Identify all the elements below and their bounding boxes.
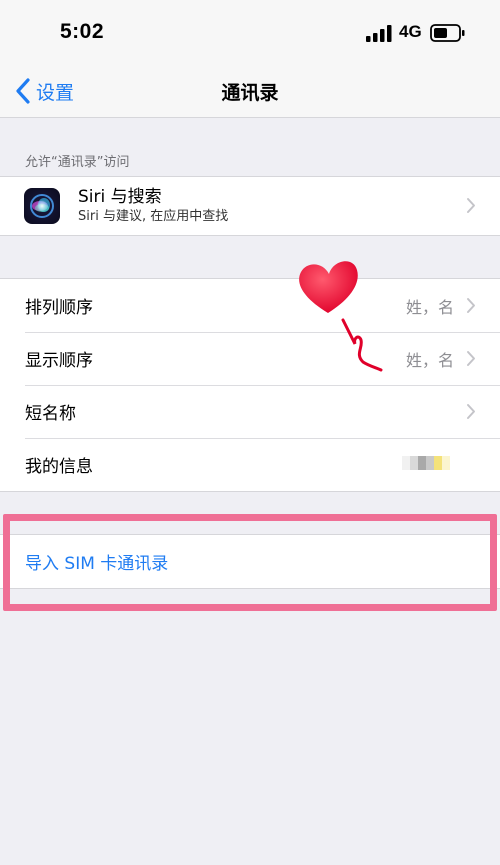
display-order-label: 显示顺序 bbox=[25, 351, 93, 371]
chevron-right-icon bbox=[467, 404, 475, 419]
import-sim-contacts-label: 导入 SIM 卡通讯录 bbox=[25, 554, 169, 574]
import-sim-group: 导入 SIM 卡通讯录 bbox=[0, 534, 500, 589]
status-bar: 5:02 4G bbox=[0, 0, 500, 66]
siri-text: Siri 与搜索 Siri 与建议, 在应用中查找 bbox=[78, 186, 228, 226]
chevron-right-icon bbox=[467, 298, 475, 313]
sort-order-row[interactable]: 排列顺序 姓，名 bbox=[0, 279, 500, 332]
page-title: 通讯录 bbox=[221, 82, 279, 104]
display-order-row[interactable]: 显示顺序 姓，名 bbox=[0, 332, 500, 385]
siri-search-row[interactable]: Siri 与搜索 Siri 与建议, 在应用中查找 bbox=[0, 177, 500, 235]
chevron-right-icon bbox=[467, 198, 475, 213]
siri-subtitle: Siri 与建议, 在应用中查找 bbox=[78, 209, 229, 224]
siri-icon bbox=[24, 188, 60, 224]
sort-order-value: 姓，名 bbox=[405, 297, 454, 317]
siri-group: Siri 与搜索 Siri 与建议, 在应用中查找 bbox=[0, 176, 500, 236]
siri-title: Siri 与搜索 bbox=[78, 187, 162, 207]
network-type-label: 4G bbox=[399, 22, 422, 41]
display-order-value: 姓，名 bbox=[405, 350, 454, 370]
import-sim-contacts-button[interactable]: 导入 SIM 卡通讯录 bbox=[0, 535, 500, 588]
short-name-row[interactable]: 短名称 bbox=[0, 385, 500, 438]
short-name-label: 短名称 bbox=[25, 404, 76, 424]
my-info-label: 我的信息 bbox=[25, 457, 93, 477]
heart-sticker bbox=[299, 261, 383, 372]
contacts-settings-group: 排列顺序 姓，名 显示顺序 姓，名 短名称 我的信息 bbox=[0, 278, 500, 492]
sort-order-label: 排列顺序 bbox=[25, 298, 93, 318]
my-info-row[interactable]: 我的信息 bbox=[0, 438, 500, 491]
status-time: 5:02 bbox=[60, 20, 105, 43]
my-info-value-blurred bbox=[402, 456, 450, 470]
chevron-right-icon bbox=[467, 351, 475, 366]
navigation-bar: 设置 通讯录 bbox=[0, 66, 500, 118]
signal-bars-icon bbox=[366, 25, 392, 42]
battery-icon bbox=[430, 24, 465, 42]
section-header: 允许“通讯录”访问 bbox=[25, 155, 130, 170]
